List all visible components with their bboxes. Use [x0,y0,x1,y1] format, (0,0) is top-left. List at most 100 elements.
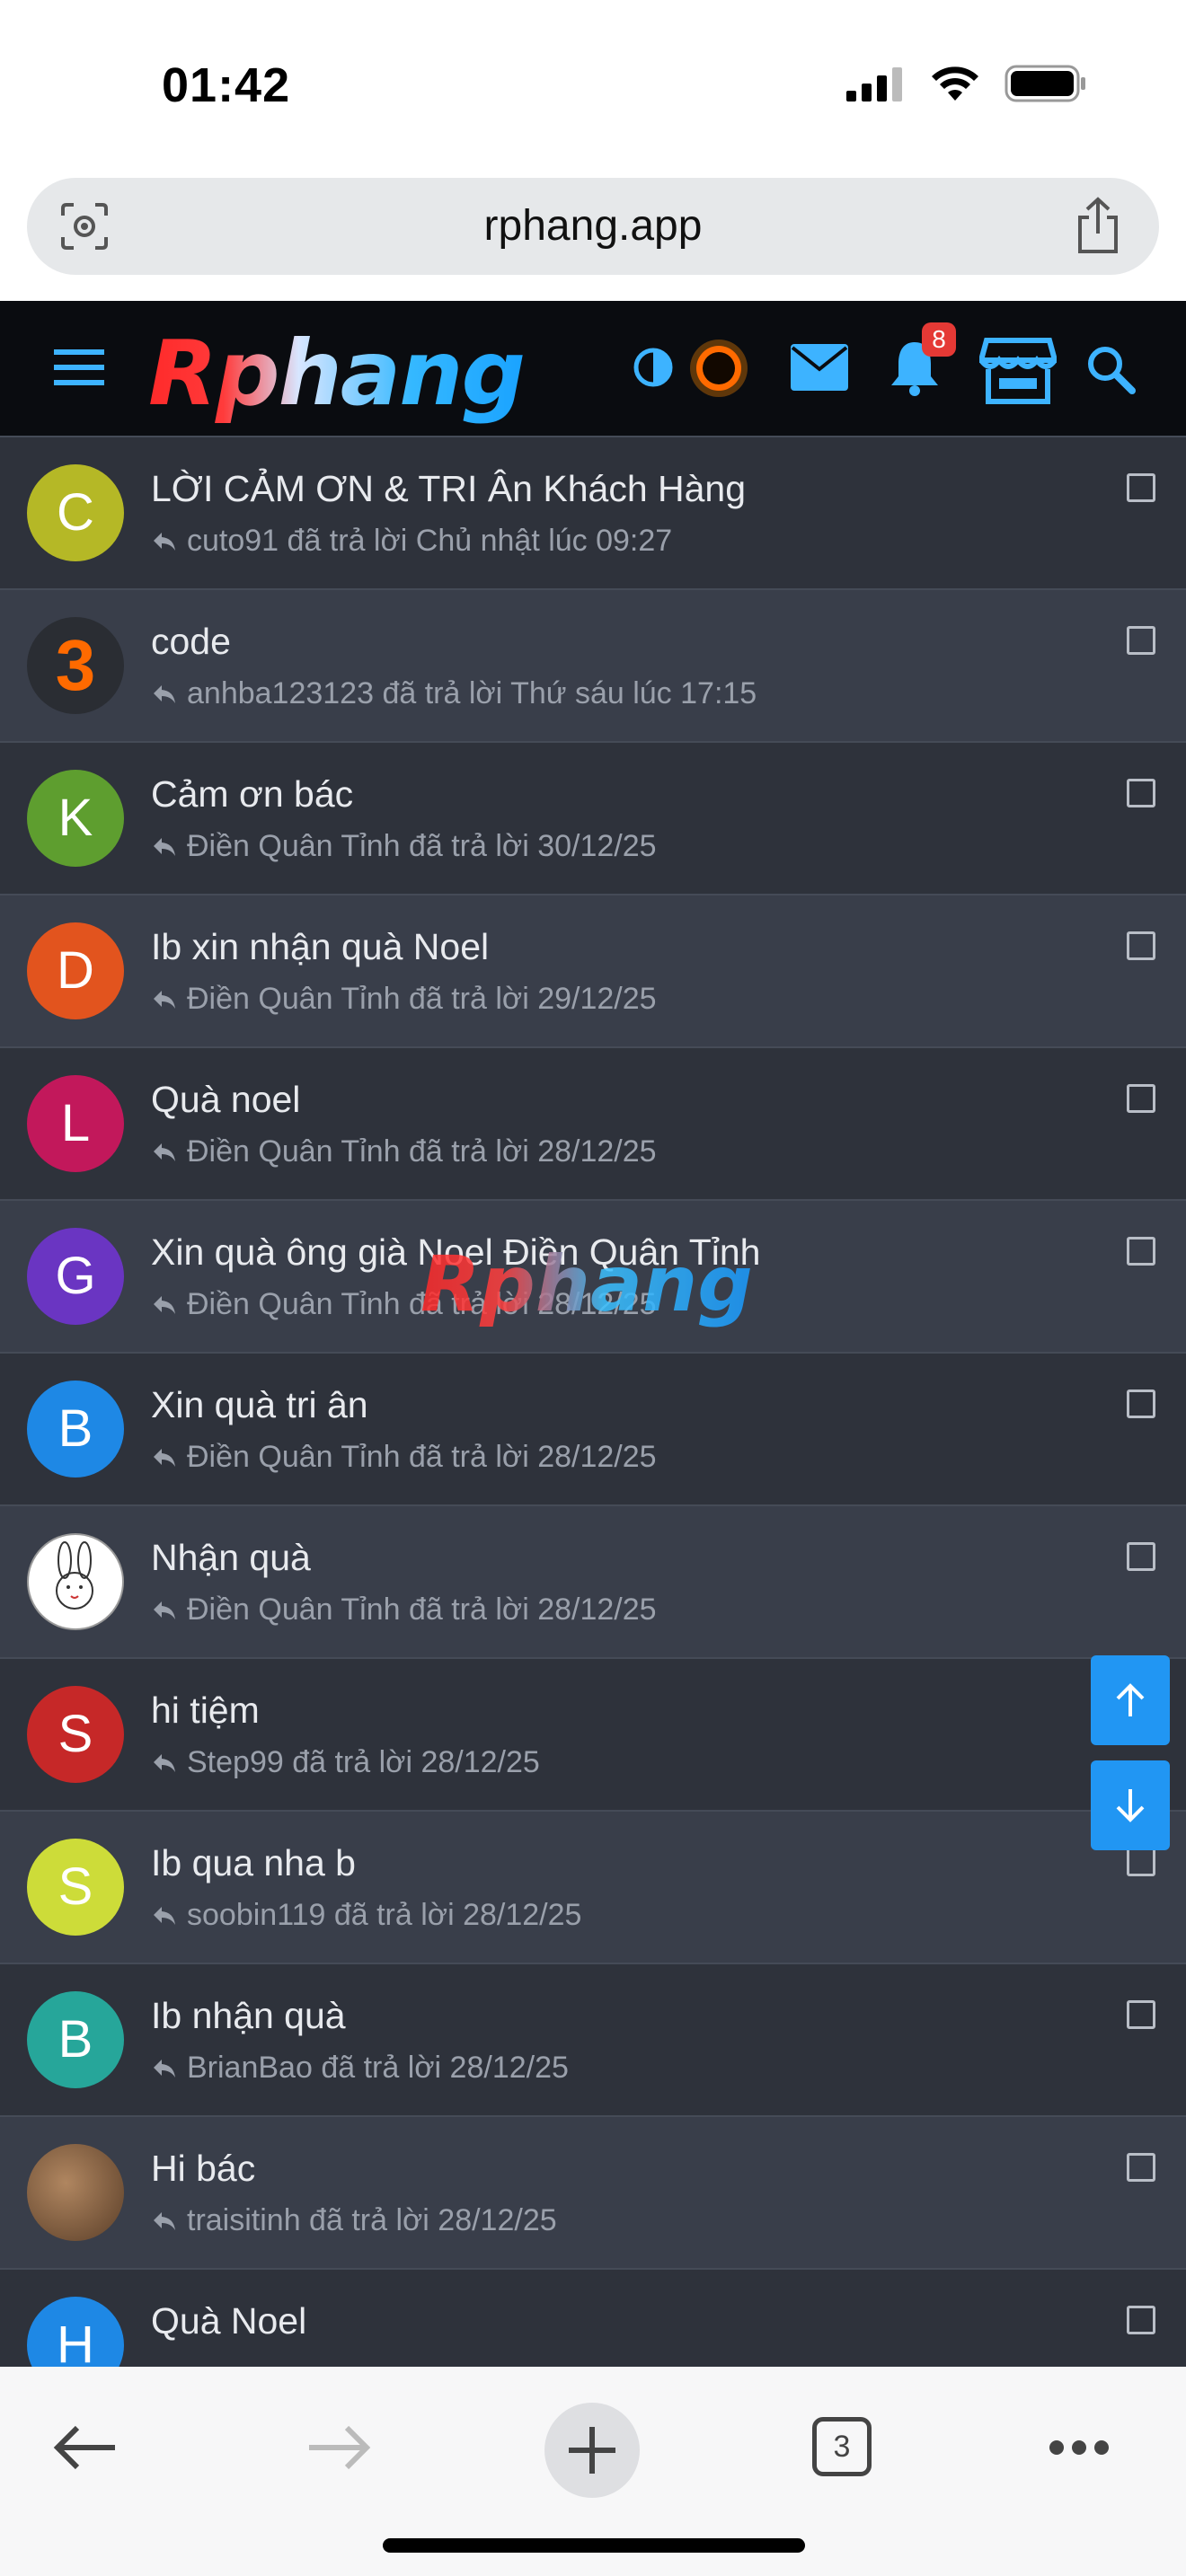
forward-arrow-icon[interactable] [305,2422,372,2473]
search-icon[interactable] [1085,344,1136,394]
thread-meta: cuto91 đã trả lời Chủ nhật lúc 09:27 [151,524,672,559]
site-header: Rphang 8 [0,301,1186,436]
thread-title[interactable]: Ib nhận quà [151,1995,346,2037]
thread-select-checkbox[interactable] [1127,473,1155,502]
url-text[interactable]: rphang.app [27,201,1159,251]
user-avatar[interactable]: B [27,1381,124,1478]
thread-title[interactable]: Nhận quà [151,1537,311,1579]
thread-meta-text: soobin119 đã trả lời 28/12/25 [187,1898,582,1932]
thread-select-checkbox[interactable] [1127,2153,1155,2182]
thread-meta: traisitinh đã trả lời 28/12/25 [151,2203,557,2238]
user-avatar[interactable] [27,1533,124,1630]
thread-select-checkbox[interactable] [1127,1389,1155,1418]
contrast-toggle-icon[interactable] [633,348,673,387]
thread-meta: soobin119 đã trả lời 28/12/25 [151,1898,581,1933]
thread-select-checkbox[interactable] [1127,2000,1155,2029]
thread-select-checkbox[interactable] [1127,1848,1155,1876]
user-avatar[interactable]: C [27,464,124,561]
hamburger-menu-icon[interactable] [54,348,104,387]
reply-icon [154,1142,175,1161]
arrow-down-icon [1116,1789,1145,1822]
thread-select-checkbox[interactable] [1127,2306,1155,2334]
thread-row[interactable]: 3 code anhba123123 đã trả lời Thứ sáu lúc … [0,590,1186,743]
thread-meta-text: Điền Quân Tỉnh đã trả lời 28/12/25 [187,1440,657,1474]
user-avatar[interactable]: S [27,1686,124,1783]
thread-select-checkbox[interactable] [1127,1084,1155,1113]
reply-icon [154,990,175,1009]
user-avatar[interactable]: B [27,1991,124,2088]
watermark-logo: Rphang [420,1239,753,1329]
thread-row[interactable]: B Xin quà tri ân Điền Quân Tỉnh đã trả lời… [0,1354,1186,1506]
thread-title[interactable]: Quà noel [151,1079,300,1121]
user-avatar[interactable]: L [27,1075,124,1172]
thread-title[interactable]: hi tiệm [151,1689,260,1732]
thread-title[interactable]: LỜI CẢM ƠN & TRI Ân Khách Hàng [151,468,746,510]
thread-row[interactable]: K Cảm ơn bác Điền Quân Tỉnh đã trả lời 30/… [0,743,1186,895]
status-bar: 01:42 [0,0,1186,171]
thread-meta: Điền Quân Tỉnh đã trả lời 29/12/25 [151,982,657,1017]
user-avatar[interactable]: 3 [27,617,124,714]
thread-select-checkbox[interactable] [1127,626,1155,655]
back-arrow-icon[interactable] [52,2422,119,2473]
reply-icon [154,684,175,703]
mail-icon[interactable] [791,344,848,391]
thread-row[interactable]: L Quà noel Điền Quân Tỉnh đã trả lời 28/12… [0,1048,1186,1201]
thread-meta-text: anhba123123 đã trả lời Thứ sáu lúc 17:15 [187,676,757,710]
status-icons [846,65,1087,102]
thread-meta: Step99 đã trả lời 28/12/25 [151,1745,540,1780]
thread-title[interactable]: Cảm ơn bác [151,773,353,816]
bunny-avatar-icon [56,1541,93,1610]
thread-select-checkbox[interactable] [1127,931,1155,960]
thread-row[interactable]: Hi bác traisitinh đã trả lời 28/12/25 [0,2117,1186,2270]
share-icon[interactable] [1073,196,1123,255]
wifi-icon [932,66,978,101]
thread-meta-text: Step99 đã trả lời 28/12/25 [187,1745,540,1779]
scroll-bottom-button[interactable] [1091,1760,1170,1850]
user-avatar[interactable]: S [27,1839,124,1936]
reply-icon [154,1601,175,1619]
thread-title[interactable]: Hi bác [151,2148,255,2190]
user-avatar[interactable]: H [27,2297,124,2367]
reply-icon [154,2059,175,2078]
eclipse-theme-icon[interactable] [687,337,750,400]
thread-row[interactable]: S Ib qua nha b soobin119 đã trả lời 28/12/… [0,1812,1186,1964]
scroll-top-button[interactable] [1091,1655,1170,1745]
thread-meta-text: traisitinh đã trả lời 28/12/25 [187,2203,557,2237]
site-logo[interactable]: Rphang [148,321,526,426]
more-options-icon[interactable] [1048,2439,1111,2457]
thread-select-checkbox[interactable] [1127,1237,1155,1266]
thread-row[interactable]: H Quà Noel [0,2270,1186,2367]
thread-select-checkbox[interactable] [1127,1542,1155,1571]
tab-switcher-button[interactable]: 3 [812,2417,872,2476]
thread-meta-text: Điền Quân Tỉnh đã trả lời 28/12/25 [187,1592,657,1627]
plus-icon [569,2427,615,2474]
thread-title[interactable]: Ib qua nha b [151,1842,356,1884]
thread-meta-text: Điền Quân Tỉnh đã trả lời 28/12/25 [187,1134,657,1169]
address-bar[interactable]: rphang.app [27,178,1159,275]
reply-icon [154,532,175,551]
thread-meta: Điền Quân Tỉnh đã trả lời 30/12/25 [151,829,657,864]
thread-select-checkbox[interactable] [1127,779,1155,807]
thread-row[interactable]: D Ib xin nhận quà Noel Điền Quân Tỉnh đã t… [0,895,1186,1048]
user-avatar[interactable]: G [27,1228,124,1325]
user-avatar[interactable]: D [27,922,124,1019]
store-icon[interactable] [979,337,1057,405]
cellular-signal-icon [846,67,902,101]
user-avatar[interactable]: K [27,770,124,867]
thread-meta-text: cuto91 đã trả lời Chủ nhật lúc 09:27 [187,524,673,558]
thread-row[interactable]: Shi tiệm Step99 đã trả lời 28/12/25 [0,1659,1186,1812]
thread-row[interactable]: B Ib nhận quà BrianBao đã trả lời 28/12/25 [0,1964,1186,2117]
thread-row[interactable]: Nhận quà Điền Quân Tỉnh đã trả lời 28/12/… [0,1506,1186,1659]
thread-meta: Điền Quân Tỉnh đã trả lời 28/12/25 [151,1134,657,1169]
reply-icon [154,1753,175,1772]
thread-meta: anhba123123 đã trả lời Thứ sáu lúc 17:15 [151,676,757,711]
user-avatar[interactable] [27,2144,124,2241]
new-tab-button[interactable] [544,2403,640,2498]
thread-title[interactable]: Quà Noel [151,2300,306,2342]
thread-title[interactable]: Xin quà tri ân [151,1384,368,1426]
thread-title[interactable]: Ib xin nhận quà Noel [151,926,489,968]
thread-row[interactable]: C LỜI CẢM ƠN & TRI Ân Khách Hàng cuto91 đã… [0,437,1186,590]
thread-meta: BrianBao đã trả lời 28/12/25 [151,2051,569,2086]
thread-title[interactable]: code [151,621,231,663]
thread-meta-text: BrianBao đã trả lời 28/12/25 [187,2051,569,2085]
